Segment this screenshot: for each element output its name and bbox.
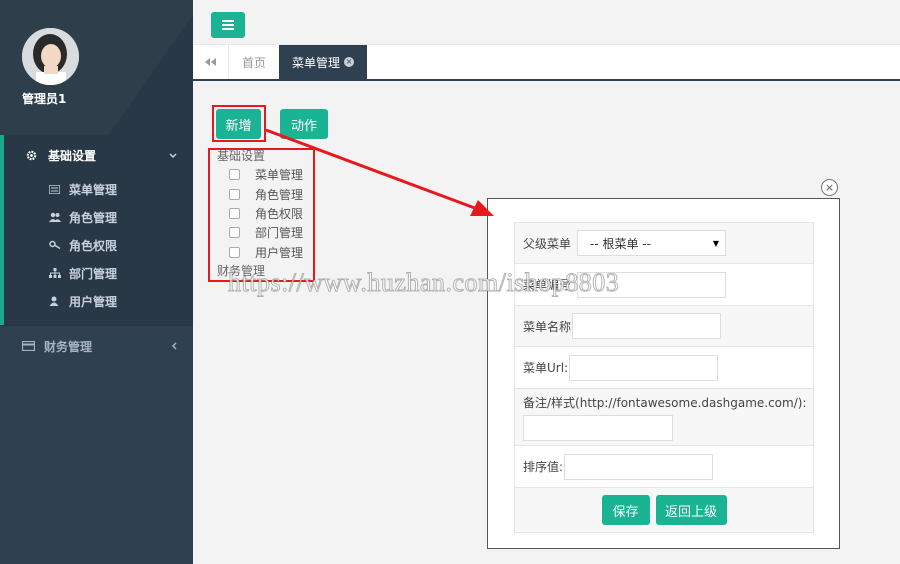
sidebar-header: 管理员1 <box>0 0 193 135</box>
tab-scroll-left-button[interactable] <box>193 45 229 79</box>
sidebar-item-label: 角色权限 <box>69 238 118 253</box>
nav-group-finance: 财务管理 <box>0 325 193 366</box>
edit-menu-dialog: 父级菜单 -- 根菜单 -- ▼ 菜单编号 菜单名称 菜单Url: 备注/样式(… <box>487 198 840 549</box>
gear-icon <box>26 150 40 161</box>
credit-card-icon <box>22 341 36 351</box>
menu-code-label: 菜单编号 <box>523 278 572 292</box>
nav-group-basic-settings: 基础设置 菜单管理 角色管理 角色权限 部门管理 用户管理 <box>0 135 193 325</box>
hamburger-icon <box>222 20 234 30</box>
tab-home[interactable]: 首页 <box>229 45 279 79</box>
nav-finance[interactable]: 财务管理 <box>0 326 193 366</box>
highlight-box-tree <box>208 148 315 282</box>
top-navbar <box>193 0 900 45</box>
remark-row: 备注/样式(http://fontawesome.dashgame.com/): <box>515 389 813 446</box>
highlight-box-add <box>212 105 266 142</box>
back-button[interactable]: 返回上级 <box>655 495 727 525</box>
menu-name-label: 菜单名称 <box>523 319 572 334</box>
sidebar-item-label: 菜单管理 <box>69 182 118 197</box>
sort-input[interactable] <box>564 453 714 480</box>
key-icon <box>49 240 63 250</box>
action-button[interactable]: 动作 <box>280 109 328 139</box>
sidebar-item-role-manage[interactable]: 角色管理 <box>4 203 193 231</box>
save-button[interactable]: 保存 <box>601 495 650 525</box>
menu-url-label: 菜单Url: <box>523 361 569 375</box>
caret-down-icon: ▼ <box>712 239 720 248</box>
remark-label: 备注/样式(http://fontawesome.dashgame.com/): <box>523 395 807 410</box>
tab-label: 菜单管理 <box>292 55 341 70</box>
chevron-left-icon <box>171 340 177 353</box>
sort-label: 排序值: <box>523 460 564 474</box>
close-icon[interactable]: × <box>344 57 355 67</box>
menu-url-row: 菜单Url: <box>515 347 813 389</box>
user-icon <box>49 296 63 306</box>
menu-name-input[interactable] <box>572 313 722 339</box>
sidebar: 管理员1 基础设置 菜单管理 角色管理 角色权限 部门管理 用户管理 财务管理 <box>0 0 193 564</box>
dialog-actions: 保存 返回上级 <box>515 488 813 532</box>
nav-finance-label: 财务管理 <box>44 339 93 354</box>
avatar[interactable] <box>22 28 79 85</box>
sidebar-item-label: 部门管理 <box>69 266 118 281</box>
sidebar-item-label: 角色管理 <box>69 210 118 225</box>
sort-row: 排序值: <box>515 446 813 488</box>
sidebar-item-menu-manage[interactable]: 菜单管理 <box>4 175 193 203</box>
parent-menu-row: 父级菜单 -- 根菜单 -- ▼ <box>515 223 813 264</box>
sidebar-item-user-manage[interactable]: 用户管理 <box>4 287 193 315</box>
menu-code-row: 菜单编号 <box>515 264 813 306</box>
users-icon <box>49 212 63 222</box>
sidebar-item-dept-manage[interactable]: 部门管理 <box>4 259 193 287</box>
sidebar-item-label: 用户管理 <box>69 294 118 309</box>
chevron-down-icon <box>169 149 177 162</box>
nav-basic-settings-label: 基础设置 <box>48 148 97 163</box>
nav-basic-settings[interactable]: 基础设置 <box>4 135 193 175</box>
menu-form: 父级菜单 -- 根菜单 -- ▼ 菜单编号 菜单名称 菜单Url: 备注/样式(… <box>514 222 814 533</box>
tab-bar: 首页 菜单管理 × <box>193 45 900 81</box>
menu-name-row: 菜单名称 <box>515 306 813 347</box>
tab-menu-manage[interactable]: 菜单管理 × <box>279 45 368 79</box>
parent-menu-select[interactable]: -- 根菜单 -- ▼ <box>577 230 727 256</box>
sidebar-item-role-permission[interactable]: 角色权限 <box>4 231 193 259</box>
user-name[interactable]: 管理员1 <box>22 90 66 107</box>
menu-url-input[interactable] <box>569 354 719 381</box>
list-icon <box>49 184 63 194</box>
menu-toggle-button[interactable] <box>211 12 245 38</box>
parent-menu-label: 父级菜单 <box>523 236 572 251</box>
remark-input[interactable] <box>523 414 673 441</box>
close-icon: × <box>824 181 835 194</box>
sitemap-icon <box>49 268 63 278</box>
parent-menu-value: -- 根菜单 -- <box>590 236 651 251</box>
menu-code-input[interactable] <box>577 271 727 298</box>
backward-icon <box>205 58 216 66</box>
dialog-close-button[interactable]: × <box>821 179 838 196</box>
